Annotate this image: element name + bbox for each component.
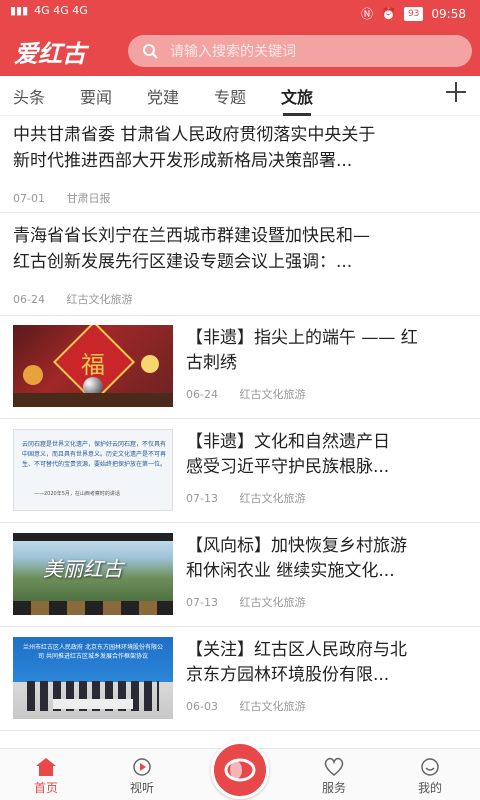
card-title: 【关注】红古区人民政府与北 京东方园林环境股份有限... — [186, 638, 468, 688]
list-item[interactable]: 中共甘肃省委 甘肃省人民政府贯彻落实中央关于 新时代推进西部大开发形成新格局决策… — [0, 116, 480, 213]
article-date: 07-01 — [13, 192, 45, 205]
card-source: 红古文化旅游 — [239, 492, 306, 505]
card-meta: 06-24 红古文化旅游 — [186, 386, 305, 402]
thumb-quote-caption: ——2020年5月，在山西考察时的讲话 — [34, 491, 120, 497]
signing-ceremony-thumbnail: 兰州市红古区人民政府 北京东方园林环境股份有限公司 共同推进红古区城乡发展合作框… — [13, 637, 173, 719]
card-date: 06-24 — [186, 388, 218, 401]
status-bar: ▮▮▮ 4G 4G 4G Ⓝ ⏰ 93 09:58 — [0, 0, 480, 26]
nav-video-label: 视听 — [129, 781, 154, 795]
nav-service[interactable]: 服务 — [304, 757, 364, 796]
search-input[interactable]: 请输入搜索的关键词 — [170, 41, 296, 61]
category-tabs: 头条 要闻 党建 专题 文旅 — [0, 76, 480, 116]
article-title-line2: 红古创新发展先行区建设专题会议上强调：... — [13, 252, 353, 272]
search-bar[interactable]: 请输入搜索的关键词 — [128, 35, 472, 67]
list-item[interactable]: 青海省省长刘宁在兰西城市群建设暨加快民和— 红古创新发展先行区建设专题会议上强调… — [0, 213, 480, 316]
clock: 09:58 — [431, 6, 466, 21]
article-date: 06-24 — [13, 293, 45, 306]
thumb-banner-text: 兰州市红古区人民政府 北京东方园林环境股份有限公司 共同推进红古区城乡发展合作框… — [23, 644, 163, 660]
list-item[interactable]: 兰州市红古区人民政府 北京东方园林环境股份有限公司 共同推进红古区城乡发展合作框… — [0, 628, 480, 731]
card-date: 07-13 — [186, 492, 218, 505]
list-item[interactable]: 云冈石窟是世界文化遗产，保护好云冈石窟，不仅具有中国意义，而且具有世界意义。历史… — [0, 420, 480, 523]
nav-service-label: 服务 — [321, 781, 346, 795]
nav-profile[interactable]: 我的 — [400, 757, 460, 796]
smile-icon — [421, 758, 439, 776]
play-icon — [133, 758, 151, 776]
center-logo-icon — [224, 758, 256, 782]
card-source: 红古文化旅游 — [239, 596, 306, 609]
card-source: 红古文化旅游 — [239, 388, 306, 401]
article-title-line1: 青海省省长刘宁在兰西城市群建设暨加快民和— — [13, 226, 370, 246]
landscape-thumbnail: 美丽红古 — [13, 533, 173, 615]
card-meta: 06-03 红古文化旅游 — [186, 698, 305, 714]
alarm-icon: ⏰ — [381, 6, 396, 21]
status-right: Ⓝ ⏰ 93 09:58 — [361, 5, 466, 22]
add-tab-icon[interactable] — [444, 80, 468, 104]
card-meta: 07-13 红古文化旅游 — [186, 490, 305, 506]
nav-home[interactable]: 首页 — [16, 757, 76, 796]
card-title: 【非遗】文化和自然遗产日 感受习近平守护民族根脉... — [186, 430, 468, 480]
tab-party[interactable]: 党建 — [147, 84, 179, 108]
card-title: 【非遗】指尖上的端午 —— 红 古刺绣 — [186, 326, 468, 376]
signal-text: 4G 4G 4G — [34, 4, 88, 17]
card-source: 红古文化旅游 — [239, 700, 306, 713]
tab-news[interactable]: 要闻 — [80, 84, 112, 108]
card-title-line2: 感受习近平守护民族根脉... — [186, 457, 390, 477]
nav-profile-label: 我的 — [417, 781, 442, 795]
article-source: 甘肃日报 — [66, 192, 111, 205]
card-title-line2: 古刺绣 — [186, 353, 237, 373]
signal-icon: ▮▮▮ — [10, 4, 29, 17]
article-source: 红古文化旅游 — [66, 293, 133, 306]
card-title-line2: 和休闲农业 继续实施文化... — [186, 561, 395, 581]
card-meta: 07-13 红古文化旅游 — [186, 594, 305, 610]
article-title-line2: 新时代推进西部大开发形成新格局决策部署... — [13, 151, 353, 171]
card-title-line1: 【非遗】文化和自然遗产日 — [186, 432, 390, 452]
app-header: 爱红古 请输入搜索的关键词 — [0, 26, 480, 76]
battery-level: 93 — [403, 6, 424, 21]
app-logo: 爱红古 — [14, 39, 86, 68]
list-item[interactable]: 美丽红古 【风向标】加快恢复乡村旅游 和休闲农业 继续实施文化... 07-13… — [0, 524, 480, 627]
card-date: 07-13 — [186, 596, 218, 609]
thumb-banner-text: 美丽红古 — [43, 557, 123, 581]
quote-thumbnail: 云冈石窟是世界文化遗产，保护好云冈石窟，不仅具有中国意义，而且具有世界意义。历史… — [13, 429, 173, 511]
tab-special[interactable]: 专题 — [214, 84, 246, 108]
card-title: 【风向标】加快恢复乡村旅游 和休闲农业 继续实施文化... — [186, 534, 468, 584]
thumb-fu-char: 福 — [81, 351, 105, 379]
card-date: 06-03 — [186, 700, 218, 713]
nav-video[interactable]: 视听 — [112, 757, 172, 796]
card-title-line1: 【风向标】加快恢复乡村旅游 — [186, 536, 407, 556]
card-title-line1: 【关注】红古区人民政府与北 — [186, 640, 407, 660]
card-title-line1: 【非遗】指尖上的端午 —— 红 — [186, 328, 418, 348]
bottom-navigation: 首页 视听 服务 我的 — [0, 741, 480, 800]
article-meta: 06-24 红古文化旅游 — [13, 291, 132, 307]
list-item[interactable]: 福 【非遗】指尖上的端午 —— 红 古刺绣 06-24 红古文化旅游 — [0, 316, 480, 419]
embroidery-thumbnail: 福 — [13, 325, 173, 407]
home-icon — [36, 758, 56, 776]
center-action-button[interactable] — [211, 741, 269, 799]
thumb-quote-text: 云冈石窟是世界文化遗产，保护好云冈石窟，不仅具有中国意义，而且具有世界意义。历史… — [22, 441, 167, 468]
nfc-icon: Ⓝ — [360, 7, 373, 21]
card-title-line2: 京东方园林环境股份有限... — [186, 665, 390, 685]
nav-home-label: 首页 — [33, 781, 58, 795]
search-icon — [143, 44, 158, 59]
tab-culture-tourism[interactable]: 文旅 — [281, 84, 313, 116]
article-meta: 07-01 甘肃日报 — [13, 190, 110, 206]
tab-headlines[interactable]: 头条 — [13, 84, 45, 108]
heart-icon — [324, 757, 344, 776]
article-title-line1: 中共甘肃省委 甘肃省人民政府贯彻落实中央关于 — [13, 125, 376, 145]
signal-indicators: ▮▮▮ 4G 4G 4G — [10, 4, 88, 17]
